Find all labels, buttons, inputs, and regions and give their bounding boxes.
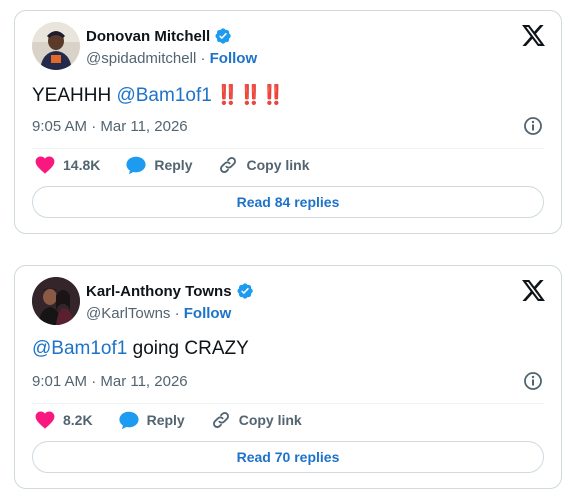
- separator-dot: ·: [174, 305, 180, 322]
- heart-icon: [35, 156, 55, 174]
- reply-button[interactable]: Reply: [126, 156, 192, 175]
- follow-button[interactable]: Follow: [210, 50, 258, 67]
- tweet-card-towns: Karl-Anthony Towns @KarlTowns · Follow @…: [14, 265, 562, 489]
- like-button[interactable]: 14.8K: [35, 156, 100, 174]
- follow-button[interactable]: Follow: [184, 305, 232, 322]
- reply-button[interactable]: Reply: [118, 411, 185, 430]
- tweet-text: @Bam1of1 going CRAZY: [32, 338, 249, 360]
- author-handle[interactable]: @KarlTowns: [86, 305, 170, 322]
- tweet-timestamp[interactable]: 9:05 AM · Mar 11, 2026: [32, 118, 188, 135]
- mention-link[interactable]: @Bam1of1: [116, 85, 211, 106]
- tweet-actions: 14.8K Reply Copy link: [35, 155, 310, 175]
- tweet-card-mitchell: Donovan Mitchell @spidadmitchell · Follo…: [14, 10, 562, 234]
- reply-label: Reply: [154, 157, 193, 173]
- reply-label: Reply: [146, 412, 185, 428]
- divider: [32, 403, 544, 404]
- avatar-photo-icon: [32, 22, 80, 70]
- read-replies-button[interactable]: Read 84 replies: [32, 186, 544, 218]
- like-count: 8.2K: [63, 412, 93, 428]
- tweet-text: YEAHHH @Bam1of1 ‼️‼️‼️: [32, 83, 285, 107]
- x-logo-icon[interactable]: [522, 25, 545, 46]
- x-logo-icon[interactable]: [522, 280, 545, 301]
- tweet-text-prefix: YEAHHH: [32, 85, 117, 106]
- reply-bubble-icon: [118, 411, 139, 429]
- avatar[interactable]: [32, 277, 80, 325]
- copy-link-button[interactable]: Copy link: [218, 155, 310, 175]
- avatar-photo-icon: [32, 277, 80, 325]
- tweet-actions: 8.2K Reply Copy link: [35, 410, 302, 430]
- double-exclamation-emoji: ‼️‼️‼️: [215, 85, 285, 106]
- author-handle-row: @spidadmitchell · Follow: [86, 50, 257, 67]
- author-name-row: Donovan Mitchell: [86, 27, 232, 45]
- verified-badge-icon: [237, 283, 253, 299]
- info-icon[interactable]: [523, 371, 543, 391]
- copy-link-label: Copy link: [238, 412, 302, 428]
- verified-badge-icon: [215, 28, 231, 44]
- mention-link[interactable]: @Bam1of1: [32, 338, 127, 359]
- copy-link-label: Copy link: [246, 157, 310, 173]
- separator-dot: ·: [200, 50, 206, 67]
- author-handle-row: @KarlTowns · Follow: [86, 305, 231, 322]
- author-display-name[interactable]: Donovan Mitchell: [86, 28, 210, 45]
- tweet-text-suffix: going CRAZY: [127, 338, 249, 359]
- copy-link-button[interactable]: Copy link: [211, 410, 302, 430]
- info-icon[interactable]: [523, 116, 543, 136]
- read-replies-button[interactable]: Read 70 replies: [32, 441, 544, 473]
- author-handle[interactable]: @spidadmitchell: [86, 50, 196, 67]
- like-button[interactable]: 8.2K: [35, 411, 93, 429]
- reply-bubble-icon: [126, 156, 146, 174]
- avatar[interactable]: [32, 22, 80, 70]
- like-count: 14.8K: [63, 157, 101, 173]
- divider: [32, 148, 544, 149]
- tweet-timestamp[interactable]: 9:01 AM · Mar 11, 2026: [32, 373, 188, 390]
- author-display-name[interactable]: Karl-Anthony Towns: [86, 283, 232, 300]
- author-name-row: Karl-Anthony Towns: [86, 282, 254, 300]
- link-icon: [220, 157, 237, 173]
- link-icon: [212, 412, 229, 428]
- heart-icon: [35, 411, 55, 429]
